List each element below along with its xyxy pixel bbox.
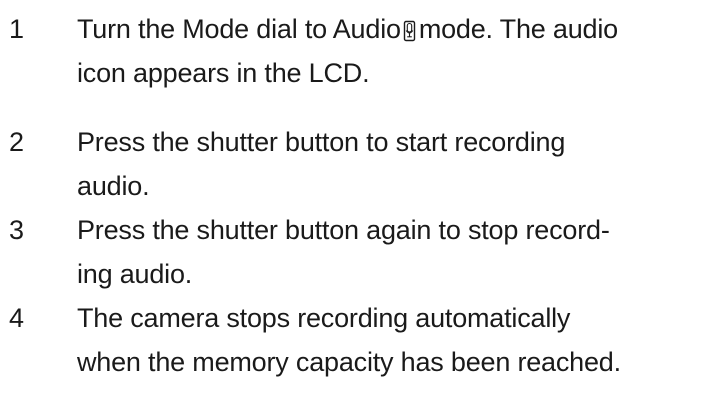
step-text: Press the shutter button again to stop r… (77, 208, 717, 296)
step-line: Press the shutter button again to stop r… (77, 215, 610, 245)
step-line: The camera stops recording automatically (77, 303, 571, 333)
step-number: 4 (9, 303, 24, 333)
step-line: ing audio. (77, 259, 193, 289)
step-line: Press the shutter button to start record… (77, 127, 566, 157)
step-number: 2 (9, 127, 24, 157)
step-line: icon appears in the LCD. (77, 58, 370, 88)
step-line: when the memory capacity has been reache… (77, 347, 621, 377)
step-line-text: Turn the Mode dial to Audio (77, 14, 401, 44)
step-line: Turn the Mode dial to Audio mode. The aud… (77, 7, 717, 51)
step-text: Turn the Mode dial to Audio mode. The aud… (77, 7, 717, 95)
step-text: The camera stops recording automatically… (77, 296, 717, 384)
step-line-text: mode. The audio (418, 14, 618, 44)
step-number: 3 (9, 215, 24, 245)
step-number: 1 (9, 14, 24, 44)
step-text: Press the shutter button to start record… (77, 120, 717, 208)
step-line: audio. (77, 171, 150, 201)
audio-mode-icon (403, 20, 416, 42)
